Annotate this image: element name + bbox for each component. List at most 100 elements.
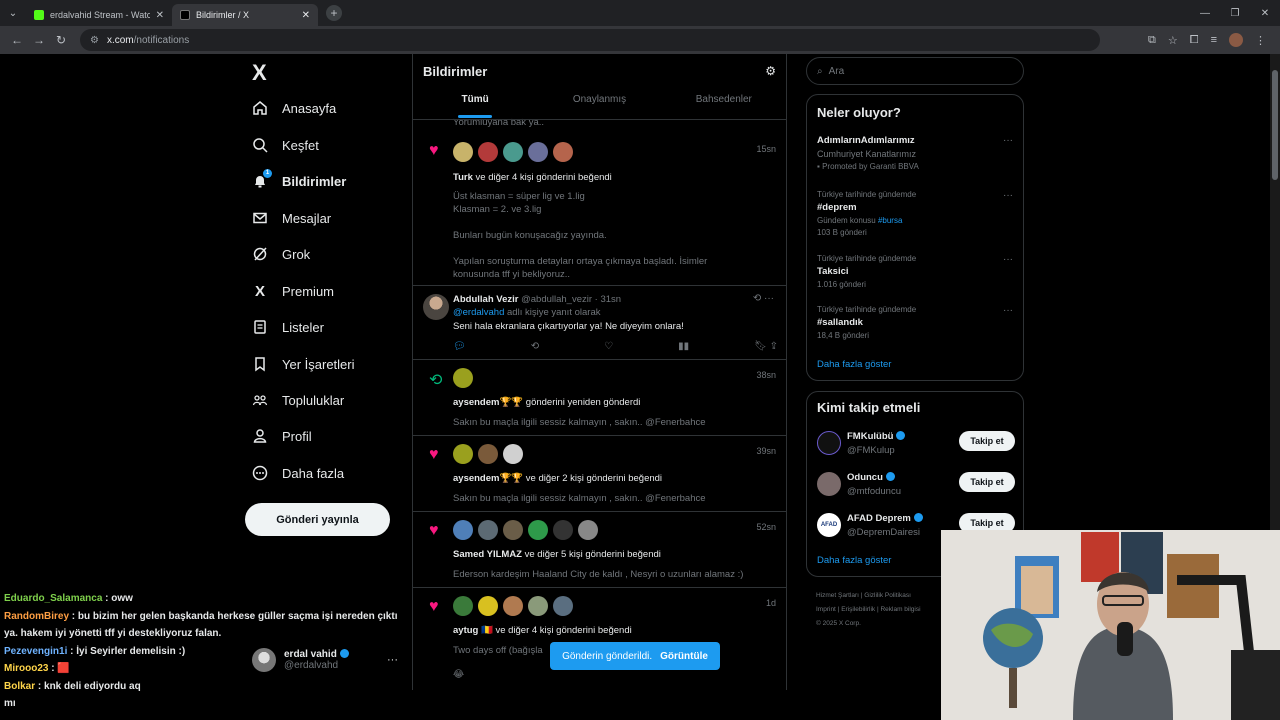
avatar <box>528 520 548 540</box>
close-window-icon[interactable]: ✕ <box>1250 0 1280 26</box>
x-logo[interactable]: X <box>252 60 267 86</box>
suggestion-handle: @mtfoduncu <box>847 486 902 497</box>
avatar <box>503 142 523 162</box>
more-options-icon[interactable]: ⟲ ··· <box>753 293 774 304</box>
reload-icon[interactable]: ↻ <box>50 33 72 47</box>
nav-label: Grok <box>282 246 311 262</box>
timestamp: 38sn <box>756 370 776 380</box>
more-options-icon[interactable]: ··· <box>1003 305 1013 316</box>
tab-verified[interactable]: Onaylanmış <box>537 94 661 118</box>
nav-item-grok[interactable]: Grok <box>252 246 310 262</box>
bookmark-icon[interactable]: 🔖︎ ⇪ <box>754 341 778 352</box>
actor-name[interactable]: Turk <box>453 172 473 183</box>
author-name[interactable]: Abdullah Vezir <box>453 294 518 305</box>
toast-view-link[interactable]: Görüntüle <box>660 651 708 662</box>
show-more-link[interactable]: Daha fazla göster <box>817 555 891 566</box>
trend-meta: Türkiye tarihinde gündemde <box>817 305 917 314</box>
avatar <box>817 431 841 455</box>
follow-button[interactable]: Takip et <box>959 431 1015 451</box>
extensions-icon[interactable]: ⧠ <box>1190 34 1199 47</box>
actor-name[interactable]: aysendem🏆🏆 <box>453 473 523 484</box>
afad-logo-icon: AFAD <box>817 513 841 537</box>
footer-link[interactable]: Imprint <box>816 606 836 613</box>
heart-icon: ♥ <box>429 522 439 539</box>
nav-item-profile[interactable]: Profil <box>252 428 312 444</box>
nav-item-home[interactable]: Anasayfa <box>252 100 336 116</box>
actor-name[interactable]: aysendem🏆🏆 <box>453 397 523 408</box>
follow-suggestion[interactable]: Oduncu @mtfoduncu Takip et <box>817 470 1015 500</box>
bookmark-icon <box>252 356 268 372</box>
site-info-icon[interactable]: ⚙ <box>90 35 99 46</box>
trend-item[interactable]: Türkiye tarihinde gündemde #sallandık 18… <box>817 305 1013 340</box>
repost-icon[interactable]: ⟲ <box>531 341 539 352</box>
browser-tab-x[interactable]: Bildirimler / X ✕ <box>172 4 318 26</box>
list-item[interactable]: ♥ 39sn aysendem🏆🏆 ve diğer 2 kişi gönder… <box>413 436 786 512</box>
minimize-icon[interactable]: — <box>1190 0 1220 26</box>
views-icon[interactable]: ▮▮ <box>678 341 689 352</box>
nav-item-communities[interactable]: Topluluklar <box>252 392 344 408</box>
nav-label: Mesajlar <box>282 210 332 226</box>
forward-icon[interactable]: → <box>28 33 50 47</box>
footer-link[interactable]: Gizlilik Politikası <box>864 592 911 599</box>
url-path: /notifications <box>133 34 190 46</box>
list-item[interactable]: ⟲ 38sn aysendem🏆🏆 gönderini yeniden gönd… <box>413 360 786 436</box>
trend-item[interactable]: AdımlarınAdımlarımız Cumhuriyet Kanatlar… <box>817 135 1013 171</box>
trends-title: Neler oluyor? <box>817 105 901 120</box>
nav-label: Listeler <box>282 319 324 335</box>
actor-name[interactable]: Samed YILMAZ <box>453 549 522 560</box>
search-input[interactable]: ⌕ Ara <box>806 57 1024 85</box>
reply-icon[interactable]: 💬︎ <box>453 341 466 352</box>
back-icon[interactable]: ← <box>6 33 28 47</box>
cast-icon[interactable]: ⧉ <box>1148 34 1156 47</box>
show-more-link[interactable]: Daha fazla göster <box>817 359 891 370</box>
browser-menu-icon[interactable]: ⋮ <box>1255 34 1266 47</box>
trend-item[interactable]: Türkiye tarihinde gündemde #deprem Günde… <box>817 190 1013 237</box>
new-tab-button[interactable]: + <box>326 5 342 21</box>
nav-item-more[interactable]: Daha fazla <box>252 465 344 481</box>
like-icon[interactable]: ♡ <box>604 341 613 352</box>
nav-item-lists[interactable]: Listeler <box>252 319 324 335</box>
footer-link[interactable]: Erişilebilirlik <box>841 606 875 613</box>
more-options-icon[interactable]: ··· <box>1003 135 1013 146</box>
footer-link[interactable]: Reklam bilgisi <box>880 606 920 613</box>
more-options-icon[interactable]: ··· <box>1003 190 1013 201</box>
scrollbar-thumb[interactable] <box>1272 70 1278 180</box>
avatar <box>553 520 573 540</box>
nav-item-premium[interactable]: X Premium <box>252 283 334 300</box>
reply-post[interactable]: Abdullah Vezir @abdullah_vezir · 31sn ⟲ … <box>413 286 786 360</box>
actor-name[interactable]: aytug <box>453 625 478 636</box>
bookmark-star-icon[interactable]: ☆ <box>1168 34 1178 47</box>
close-tab-icon[interactable]: ✕ <box>156 10 164 21</box>
url-input[interactable]: ⚙ x.com/notifications <box>80 29 1100 51</box>
mail-icon <box>252 210 268 226</box>
list-item[interactable]: ♥ 52sn Samed YILMAZ ve diğer 5 kişi gönd… <box>413 512 786 588</box>
follow-button[interactable]: Takip et <box>959 472 1015 492</box>
trend-name: AdımlarınAdımlarımız <box>817 135 915 146</box>
tab-mentions[interactable]: Bahsedenler <box>662 94 786 118</box>
list-item[interactable]: ♥ 15sn Turk ve diğer 4 kişi gönderini be… <box>413 132 786 286</box>
tab-all[interactable]: Tümü <box>413 94 537 118</box>
tab-search-chevron-icon[interactable]: ⌄ <box>0 0 26 26</box>
toast-text: Gönderin gönderildi. <box>562 650 653 662</box>
maximize-icon[interactable]: ❐ <box>1220 0 1250 26</box>
suggestion-name: AFAD Deprem <box>847 513 911 524</box>
nav-item-bookmarks[interactable]: Yer İşaretleri <box>252 356 355 372</box>
nav-item-explore[interactable]: Keşfet <box>252 137 319 153</box>
trend-topic-link[interactable]: #bursa <box>878 216 902 225</box>
reply-to-link[interactable]: @erdalvahd <box>453 307 504 318</box>
more-options-icon[interactable]: ··· <box>1003 254 1013 265</box>
browser-tab-kick[interactable]: erdalvahid Stream - Watch Live ✕ <box>26 4 172 26</box>
gear-icon[interactable]: ⚙ <box>765 64 776 78</box>
page-scrollbar[interactable] <box>1270 54 1280 530</box>
follow-suggestion[interactable]: FMKulübü @FMKulup Takip et <box>817 429 1015 459</box>
nav-item-notifications[interactable]: 1 Bildirimler <box>252 169 346 189</box>
nav-item-messages[interactable]: Mesajlar <box>252 210 331 226</box>
post-button[interactable]: Gönderi yayınla <box>245 503 390 536</box>
footer-link[interactable]: Hizmet Şartları <box>816 592 859 599</box>
browser-profile-avatar[interactable] <box>1229 33 1243 47</box>
close-tab-icon[interactable]: ✕ <box>302 10 310 21</box>
media-icon[interactable]: ≡ <box>1211 34 1217 46</box>
trend-item[interactable]: Türkiye tarihinde gündemde Taksici 1.016… <box>817 254 1013 289</box>
avatar[interactable] <box>423 294 449 320</box>
list-item[interactable]: ♥ 1d aytug 🇷🇴 ve diğer 4 kişi gönderini … <box>413 588 786 690</box>
